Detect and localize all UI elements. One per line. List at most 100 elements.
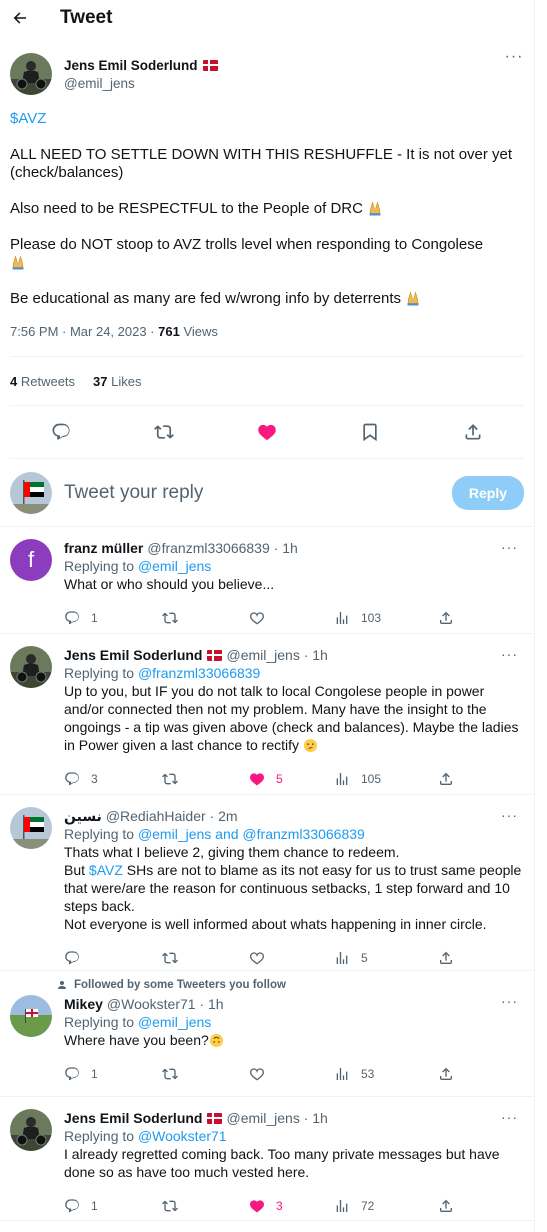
- replying-label: Replying to: [64, 1014, 138, 1030]
- views-icon[interactable]: 103: [334, 609, 438, 627]
- reply-author-handle[interactable]: @franzml33066839 · 1h: [147, 539, 297, 557]
- reply-text: I already regretted coming back. Too man…: [64, 1146, 500, 1180]
- tweet-text: $AVZ ALL NEED TO SETTLE DOWN WITH THIS R…: [10, 110, 524, 308]
- cashtag-link[interactable]: $AVZ: [10, 110, 46, 127]
- reply-author-name[interactable]: Mikey: [64, 995, 103, 1013]
- share-icon[interactable]: [463, 422, 483, 442]
- more-options-icon[interactable]: ···: [501, 993, 518, 1009]
- reply-count[interactable]: 3: [64, 770, 162, 788]
- replying-label: Replying to: [64, 1128, 138, 1144]
- tweet-para-1: ALL NEED TO SETTLE DOWN WITH THIS RESHUF…: [10, 146, 513, 181]
- reply-input[interactable]: Tweet your reply: [64, 482, 452, 504]
- back-arrow-icon[interactable]: [10, 8, 30, 28]
- more-options-icon[interactable]: ···: [501, 539, 518, 555]
- reply-author-name[interactable]: Jens Emil Soderlund: [64, 1109, 202, 1127]
- reply-text-line: Thats what I believe 2, giving them chan…: [64, 844, 400, 860]
- liked-heart-icon[interactable]: [257, 422, 277, 442]
- reply-text-line: Not everyone is well informed about what…: [64, 916, 487, 932]
- reply-count[interactable]: 1: [64, 1065, 162, 1083]
- reply-icon[interactable]: [51, 422, 71, 442]
- retweet-icon[interactable]: [154, 422, 174, 442]
- user-avatar: [10, 472, 52, 514]
- reply-author-handle[interactable]: @RediahHaider · 2m: [106, 807, 238, 825]
- cashtag-link[interactable]: $AVZ: [89, 862, 123, 878]
- reply-tweet[interactable]: Followed by some Tweeters you follow Mik…: [0, 971, 534, 1097]
- share-icon[interactable]: [438, 950, 454, 966]
- folded-hands-icon: [367, 200, 383, 216]
- denmark-flag-icon: [207, 1112, 223, 1124]
- like-icon[interactable]: [249, 610, 334, 626]
- reply-icon[interactable]: [64, 950, 162, 966]
- avatar[interactable]: f: [10, 539, 52, 581]
- retweet-icon[interactable]: [162, 1066, 249, 1082]
- page-title: Tweet: [60, 7, 113, 28]
- reply-text: What or who should you believe...: [64, 576, 275, 592]
- replying-label: Replying to: [64, 826, 138, 842]
- likes-stat[interactable]: 37 Likes: [93, 374, 141, 389]
- reply-button[interactable]: Reply: [451, 475, 524, 510]
- retweet-icon[interactable]: [162, 950, 249, 966]
- reply-tweet[interactable]: Jens Emil Soderlund @emil_jens · 1h Repl…: [0, 634, 534, 795]
- reply-author-handle[interactable]: @emil_jens · 1h: [226, 646, 327, 664]
- reply-tweet[interactable]: f franz müller @franzml33066839 · 1h Rep…: [0, 527, 534, 634]
- reply-tweet[interactable]: Jens Emil Soderlund @emil_jens · 1h Repl…: [0, 1097, 534, 1221]
- person-icon: [56, 979, 68, 991]
- replying-to-link[interactable]: @franzml33066839: [138, 665, 260, 681]
- denmark-flag-icon: [202, 59, 218, 71]
- folded-hands-icon: [405, 290, 421, 306]
- reply-count[interactable]: 1: [64, 609, 162, 627]
- avatar[interactable]: [10, 995, 52, 1037]
- replying-to-link[interactable]: @Wookster71: [138, 1128, 227, 1144]
- tweet-actions: [10, 405, 524, 459]
- views-icon[interactable]: 72: [334, 1197, 438, 1215]
- engagement-stats: 4 Retweets 37 Likes: [10, 356, 524, 405]
- views-icon[interactable]: 5: [334, 949, 438, 967]
- main-tweet: Jens Emil Soderlund @emil_jens ··· $AVZ …: [0, 49, 534, 459]
- bookmark-icon[interactable]: [360, 422, 380, 442]
- replying-to-link[interactable]: @emil_jens: [138, 558, 211, 574]
- views-icon[interactable]: 105: [334, 770, 438, 788]
- reply-count[interactable]: 1: [64, 1197, 162, 1215]
- reply-tweet[interactable]: نسين @RediahHaider · 2m Replying to @emi…: [0, 795, 534, 971]
- more-options-icon[interactable]: ···: [504, 49, 524, 65]
- avatar[interactable]: [10, 646, 52, 688]
- reply-composer: Tweet your reply Reply: [0, 459, 534, 527]
- replying-label: Replying to: [64, 665, 138, 681]
- like-icon[interactable]: [249, 950, 334, 966]
- reply-text: Up to you, but IF you do not talk to loc…: [64, 683, 519, 753]
- replying-label: Replying to: [64, 558, 138, 574]
- reply-author-name[interactable]: نسين: [64, 807, 102, 825]
- reply-author-name[interactable]: franz müller: [64, 539, 143, 557]
- page-header: Tweet: [0, 0, 534, 36]
- tweet-para-4: Be educational as many are fed w/wrong i…: [10, 290, 402, 307]
- reply-author-handle[interactable]: @emil_jens · 1h: [226, 1109, 327, 1127]
- retweet-icon[interactable]: [162, 610, 249, 626]
- author-avatar[interactable]: [10, 53, 52, 95]
- retweets-stat[interactable]: 4 Retweets: [10, 374, 75, 389]
- replying-to-link[interactable]: @emil_jens and @franzml33066839: [138, 826, 365, 842]
- share-icon[interactable]: [438, 610, 454, 626]
- author-name[interactable]: Jens Emil Soderlund: [64, 58, 198, 73]
- share-icon[interactable]: [438, 1198, 454, 1214]
- reply-text: Where have you been?: [64, 1032, 209, 1048]
- views-label: Views: [179, 324, 218, 339]
- reply-text-rest: SHs are not to blame as its not easy for…: [64, 862, 522, 914]
- retweet-icon[interactable]: [162, 1198, 249, 1214]
- reply-author-name[interactable]: Jens Emil Soderlund: [64, 646, 202, 664]
- more-options-icon[interactable]: ···: [501, 646, 518, 662]
- avatar[interactable]: [10, 1109, 52, 1151]
- reply-author-handle[interactable]: @Wookster71 · 1h: [107, 995, 224, 1013]
- liked-heart-count[interactable]: 5: [249, 770, 334, 788]
- more-options-icon[interactable]: ···: [501, 1109, 518, 1125]
- more-options-icon[interactable]: ···: [501, 807, 518, 823]
- liked-heart-count[interactable]: 3: [249, 1197, 334, 1215]
- share-icon[interactable]: [438, 1066, 454, 1082]
- tweet-time[interactable]: 7:56 PM · Mar 24, 2023 ·: [10, 324, 158, 339]
- author-handle[interactable]: @emil_jens: [64, 76, 504, 91]
- replying-to-link[interactable]: @emil_jens: [138, 1014, 211, 1030]
- retweet-icon[interactable]: [162, 771, 249, 787]
- like-icon[interactable]: [249, 1066, 334, 1082]
- views-icon[interactable]: 53: [334, 1065, 438, 1083]
- share-icon[interactable]: [438, 771, 454, 787]
- avatar[interactable]: [10, 807, 52, 849]
